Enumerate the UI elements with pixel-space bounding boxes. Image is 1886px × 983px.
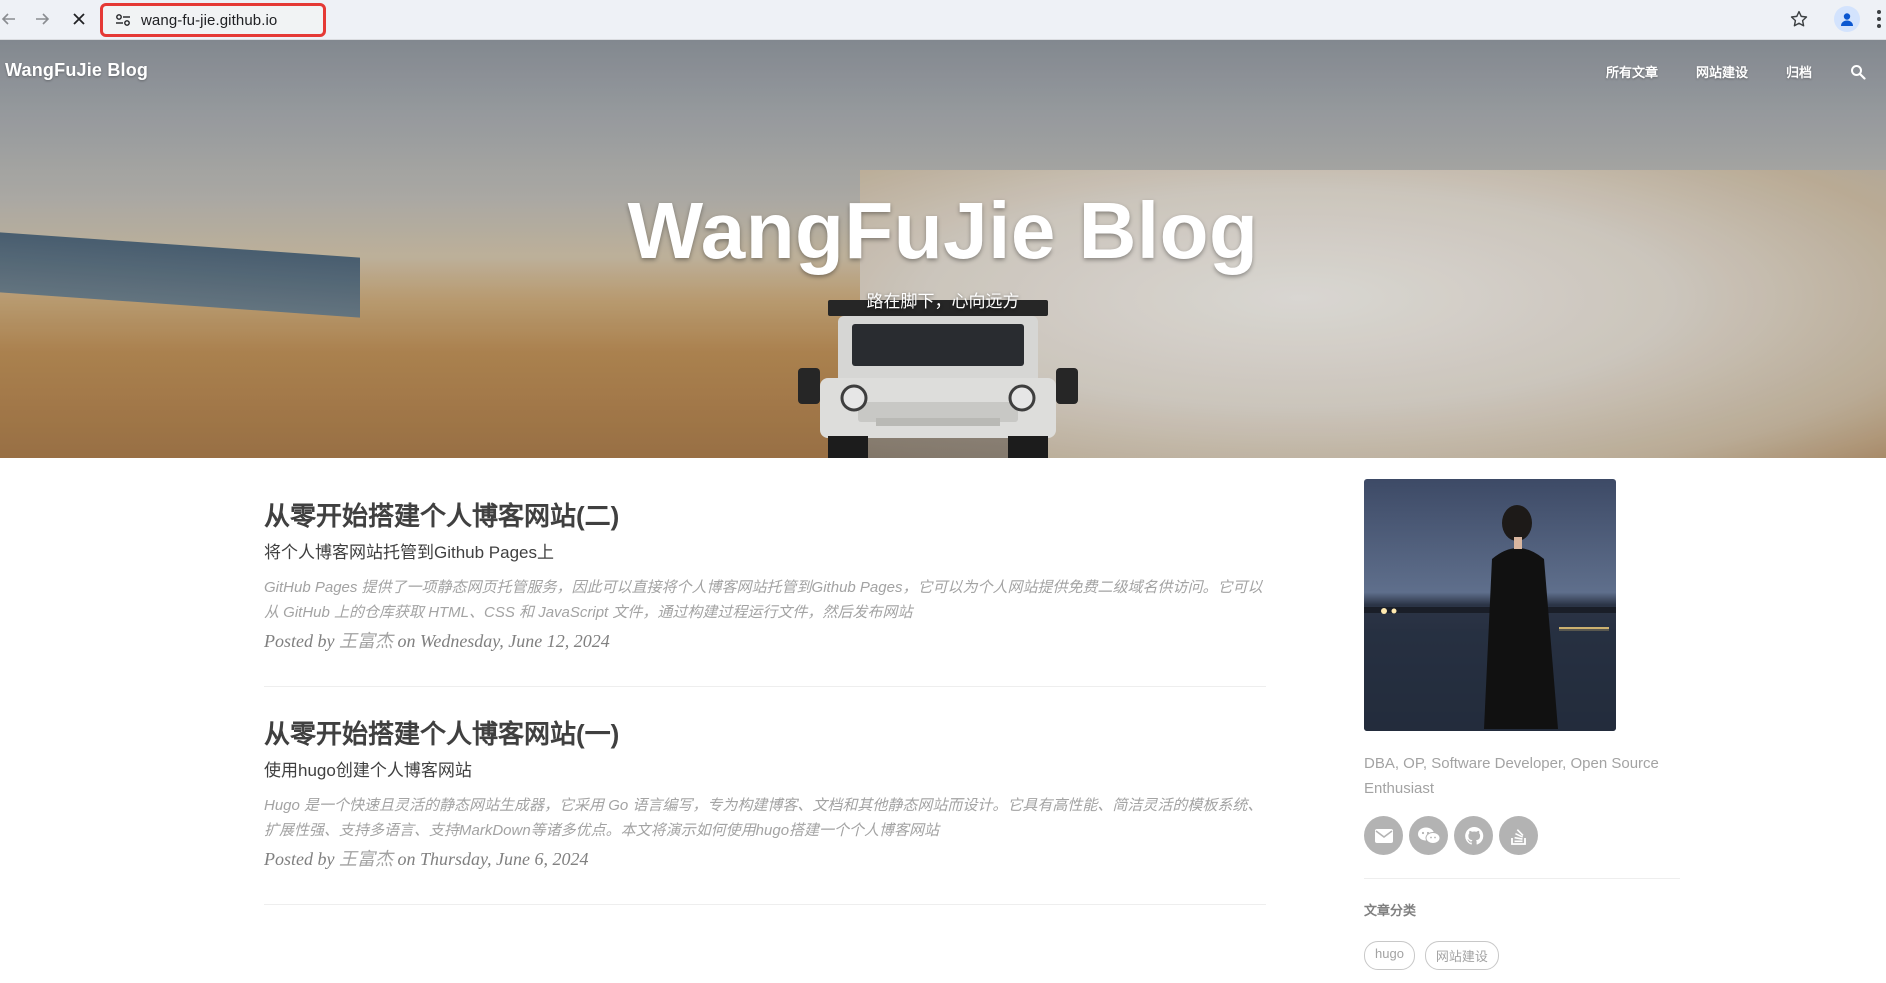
- tag-hugo[interactable]: hugo: [1364, 941, 1415, 970]
- stackoverflow-icon[interactable]: [1499, 816, 1538, 855]
- post-excerpt[interactable]: Hugo 是一个快速且灵活的静态网站生成器，它采用 Go 语言编写，专为构建博客…: [264, 793, 1266, 843]
- post-author: 王富杰: [338, 631, 393, 651]
- search-icon[interactable]: [1850, 64, 1866, 80]
- wechat-icon[interactable]: [1409, 816, 1448, 855]
- url-text: wang-fu-jie.github.io: [141, 11, 278, 29]
- author-bio: DBA, OP, Software Developer, Open Source…: [1364, 755, 1659, 797]
- post-excerpt[interactable]: GitHub Pages 提供了一项静态网页托管服务，因此可以直接将个人博客网站…: [264, 575, 1266, 625]
- social-links: [1364, 816, 1680, 855]
- site-menu: 所有文章 网站建设 归档: [1606, 62, 1886, 81]
- site-info-icon[interactable]: [115, 13, 131, 27]
- site-brand-link[interactable]: WangFuJie Blog: [5, 60, 148, 81]
- post-meta: Posted by 王富杰 on Thursday, June 6, 2024: [264, 848, 1266, 870]
- sidebar-divider: [1364, 878, 1680, 879]
- avatar: [1364, 479, 1616, 731]
- bookmark-star-icon[interactable]: [1785, 5, 1813, 33]
- page-title: WangFuJie Blog: [627, 186, 1259, 275]
- post-title[interactable]: 从零开始搭建个人博客网站(一): [264, 718, 1266, 750]
- hero-banner: WangFuJie Blog 所有文章 网站建设 归档 WangFuJie Bl…: [0, 40, 1886, 458]
- post-author: 王富杰: [338, 849, 393, 869]
- posted-by-label: Posted by: [264, 849, 335, 869]
- post-title[interactable]: 从零开始搭建个人博客网站(二): [264, 500, 1266, 532]
- post-list: 从零开始搭建个人博客网站(二) 将个人博客网站托管到Github Pages上 …: [264, 500, 1266, 936]
- post-subtitle[interactable]: 将个人博客网站托管到Github Pages上: [264, 542, 1266, 564]
- browser-toolbar: wang-fu-jie.github.io: [0, 0, 1886, 40]
- back-arrow-icon[interactable]: [0, 6, 22, 32]
- profile-avatar-icon[interactable]: [1834, 6, 1860, 32]
- address-bar[interactable]: wang-fu-jie.github.io: [100, 3, 326, 37]
- post-date: on Wednesday, June 12, 2024: [397, 631, 610, 651]
- post-preview[interactable]: 从零开始搭建个人博客网站(一) 使用hugo创建个人博客网站 Hugo 是一个快…: [264, 718, 1266, 905]
- github-icon[interactable]: [1454, 816, 1493, 855]
- nav-item-website-building[interactable]: 网站建设: [1696, 62, 1748, 81]
- stop-loading-icon[interactable]: [66, 6, 92, 32]
- site-navbar: WangFuJie Blog 所有文章 网站建设 归档: [0, 40, 1886, 104]
- sidebar: DBA, OP, Software Developer, Open Source…: [1364, 479, 1680, 970]
- email-icon[interactable]: [1364, 816, 1403, 855]
- tag-website-building[interactable]: 网站建设: [1424, 941, 1499, 970]
- tag-list: hugo 网站建设: [1364, 941, 1680, 970]
- page-subtitle: 路在脚下，心向远方: [866, 292, 1020, 311]
- nav-item-archive[interactable]: 归档: [1786, 62, 1812, 81]
- browser-menu-icon[interactable]: [1872, 6, 1886, 32]
- forward-arrow-icon[interactable]: [29, 6, 55, 32]
- categories-title: 文章分类: [1364, 903, 1417, 918]
- post-subtitle[interactable]: 使用hugo创建个人博客网站: [264, 760, 1266, 782]
- post-preview[interactable]: 从零开始搭建个人博客网站(二) 将个人博客网站托管到Github Pages上 …: [264, 500, 1266, 687]
- posted-by-label: Posted by: [264, 631, 335, 651]
- post-meta: Posted by 王富杰 on Wednesday, June 12, 202…: [264, 630, 1266, 652]
- post-date: on Thursday, June 6, 2024: [397, 849, 589, 869]
- nav-item-all-posts[interactable]: 所有文章: [1606, 62, 1658, 81]
